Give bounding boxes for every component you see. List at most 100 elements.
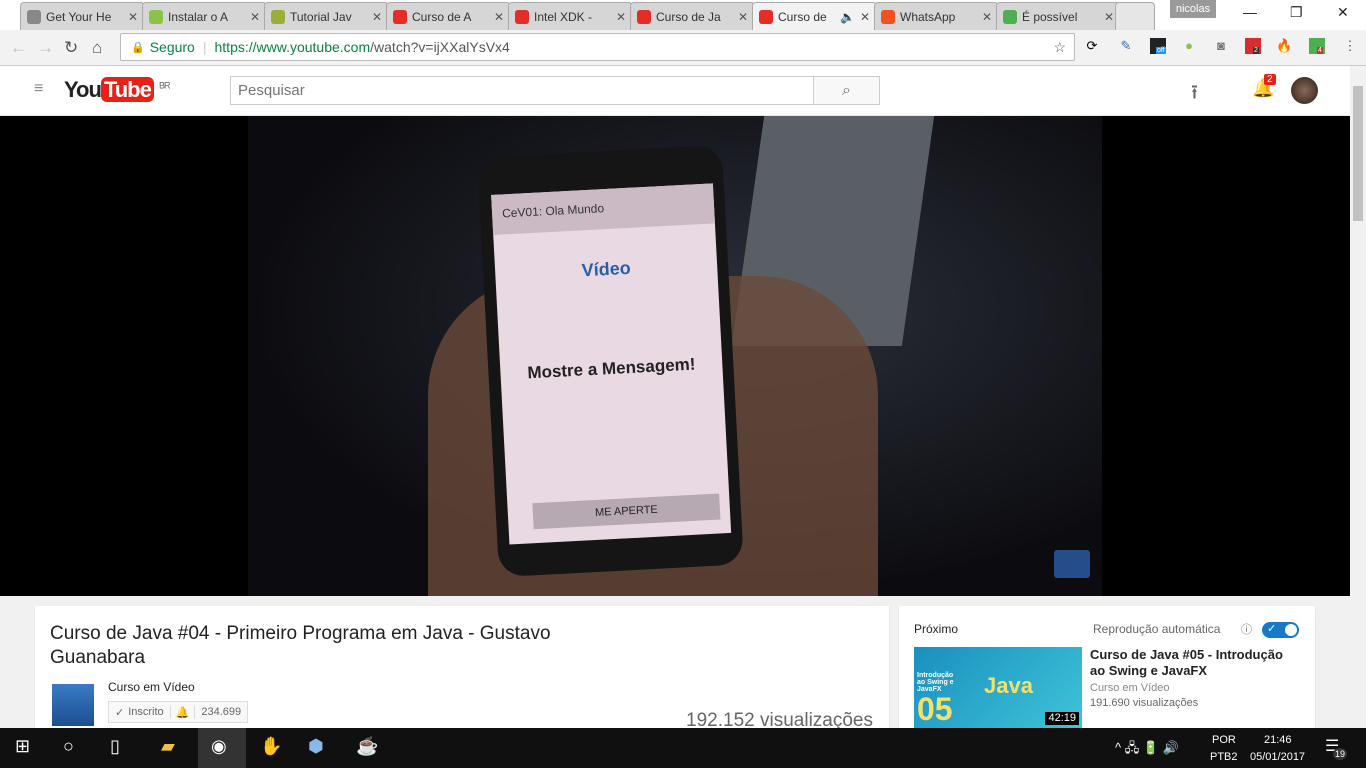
profile-button[interactable]: nicolas bbox=[1170, 0, 1216, 18]
next-video-thumbnail[interactable]: Introdução ao Swing e JavaFX Java 05 42:… bbox=[914, 647, 1082, 728]
browser-tab[interactable]: É possível ✕ bbox=[996, 2, 1121, 30]
video-player[interactable]: CeV01: Ola Mundo Vídeo Mostre a Mensagem… bbox=[0, 116, 1350, 596]
upload-icon[interactable]: ⭱ bbox=[1191, 78, 1198, 112]
video-button-text: ME APERTE bbox=[532, 493, 721, 530]
m-icon bbox=[271, 9, 285, 24]
pdf-extension-icon[interactable]: 2 bbox=[1245, 38, 1261, 54]
forward-button[interactable]: → bbox=[37, 38, 54, 58]
keyboard-layout[interactable]: PTB2 bbox=[1210, 751, 1238, 763]
task-view-icon[interactable]: ▯ bbox=[110, 736, 120, 757]
file-explorer-icon[interactable]: ▰ bbox=[161, 736, 175, 757]
info-icon[interactable]: ⓘ bbox=[1241, 621, 1252, 637]
clock-date[interactable]: 05/01/2017 bbox=[1250, 751, 1305, 763]
video-app-title: CeV01: Ola Mundo bbox=[491, 183, 715, 235]
scrollbar-thumb[interactable] bbox=[1353, 86, 1363, 221]
close-tab-icon[interactable]: ✕ bbox=[738, 10, 748, 24]
next-video-views: 191.690 visualizações bbox=[1090, 697, 1199, 709]
close-tab-icon[interactable]: ✕ bbox=[372, 10, 382, 24]
video-message: Mostre a Mensagem! bbox=[526, 354, 696, 383]
language-indicator[interactable]: POR bbox=[1212, 734, 1236, 746]
video-info: Curso de Java #04 - Primeiro Programa em… bbox=[35, 606, 889, 736]
tab-strip: Get Your He ✕ Instalar o A ✕ Tutorial Jav ✕ Cu… bbox=[0, 0, 1366, 30]
guide-menu-icon[interactable]: ≡ bbox=[34, 80, 43, 98]
close-window-button[interactable]: ✕ bbox=[1337, 4, 1349, 21]
close-tab-icon[interactable]: ✕ bbox=[1104, 10, 1114, 24]
green-extension-icon[interactable]: 4 bbox=[1309, 38, 1325, 54]
close-tab-icon[interactable]: ✕ bbox=[860, 10, 870, 24]
avatar[interactable] bbox=[1291, 77, 1318, 104]
youtube-icon bbox=[759, 9, 773, 24]
page-scrollbar[interactable] bbox=[1350, 66, 1366, 728]
tab-label: É possível bbox=[1022, 9, 1078, 24]
youtube-icon bbox=[393, 9, 407, 24]
whatsapp-icon bbox=[881, 9, 895, 24]
browser-tab[interactable]: Instalar o A ✕ bbox=[142, 2, 267, 30]
youtube-icon bbox=[515, 9, 529, 24]
page-icon bbox=[27, 9, 41, 24]
menu-icon[interactable]: ⋮ bbox=[1342, 38, 1358, 54]
search-input[interactable] bbox=[230, 76, 814, 105]
tab-label: Instalar o A bbox=[168, 9, 229, 24]
search-button[interactable]: ⌕ bbox=[813, 76, 880, 105]
tab-label: Curso de bbox=[778, 9, 827, 24]
back-button[interactable]: ← bbox=[10, 38, 27, 58]
chrome-taskbar-icon[interactable]: ◉ bbox=[198, 728, 246, 768]
android-icon bbox=[149, 9, 163, 24]
video-frame: CeV01: Ola Mundo Vídeo Mostre a Mensagem… bbox=[248, 116, 1102, 596]
channel-name[interactable]: Curso em Vídeo bbox=[108, 680, 195, 694]
channel-avatar[interactable] bbox=[52, 684, 94, 726]
lock-icon: 🔒 bbox=[131, 41, 145, 54]
browser-tab[interactable]: WhatsApp ✕ bbox=[874, 2, 999, 30]
notification-badge: 19 bbox=[1333, 748, 1348, 760]
close-tab-icon[interactable]: ✕ bbox=[250, 10, 260, 24]
close-tab-icon[interactable]: ✕ bbox=[128, 10, 138, 24]
sync-extension-icon[interactable]: ⟳ bbox=[1084, 38, 1100, 54]
tab-label: Get Your He bbox=[46, 9, 112, 24]
app-hand-icon[interactable]: ✋ bbox=[260, 736, 282, 757]
close-tab-icon[interactable]: ✕ bbox=[616, 10, 626, 24]
browser-tab[interactable]: Curso de 🔈 ✕ bbox=[752, 2, 877, 30]
close-tab-icon[interactable]: ✕ bbox=[982, 10, 992, 24]
tab-label: Tutorial Jav bbox=[290, 9, 352, 24]
start-button[interactable]: ⊞ bbox=[15, 736, 30, 757]
up-next-panel: Próximo Reprodução automática ⓘ ✓ Introd… bbox=[899, 606, 1315, 736]
browser-tab[interactable]: Intel XDK - ✕ bbox=[508, 2, 633, 30]
camera-extension-icon[interactable]: ◙ bbox=[1213, 38, 1229, 54]
subscribe-button[interactable]: ✓ Inscrito 🔔 234.699 bbox=[108, 701, 249, 723]
duration-badge: 42:19 bbox=[1045, 712, 1079, 725]
reload-button[interactable]: ↻ bbox=[64, 38, 78, 58]
browser-tab[interactable]: Get Your He ✕ bbox=[20, 2, 145, 30]
restore-button[interactable]: ❐ bbox=[1290, 4, 1303, 21]
video-logo: Vídeo bbox=[581, 257, 632, 281]
autoplay-toggle[interactable]: ✓ bbox=[1262, 622, 1299, 638]
search-icon: ⌕ bbox=[842, 82, 851, 99]
eyedropper-extension-icon[interactable]: ✎ bbox=[1118, 38, 1134, 54]
bookmark-star-icon[interactable]: ☆ bbox=[1053, 39, 1066, 56]
next-video-title[interactable]: Curso de Java #05 - Introdução ao Swing … bbox=[1090, 647, 1290, 679]
youtube-logo[interactable]: You Tube BR bbox=[64, 77, 170, 103]
android-extension-icon[interactable]: ● bbox=[1181, 38, 1197, 54]
cortana-icon[interactable]: ○ bbox=[63, 736, 74, 757]
youtube-icon bbox=[637, 9, 651, 24]
minimize-button[interactable]: — bbox=[1243, 4, 1257, 20]
new-tab-button[interactable] bbox=[1115, 2, 1155, 30]
bell-icon[interactable]: 🔔 bbox=[171, 705, 196, 719]
home-button[interactable]: ⌂ bbox=[92, 38, 102, 58]
tab-label: Curso de Ja bbox=[656, 9, 721, 24]
browser-tab[interactable]: Tutorial Jav ✕ bbox=[264, 2, 389, 30]
browser-tab[interactable]: Curso de Ja ✕ bbox=[630, 2, 755, 30]
browser-tab[interactable]: Curso de A ✕ bbox=[386, 2, 511, 30]
address-bar[interactable]: 🔒 Seguro | https://www.youtube.com /watc… bbox=[120, 33, 1075, 61]
mail-extension-icon[interactable]: off bbox=[1150, 38, 1166, 54]
youtube-header: ≡ YouTube BR ⌕ ⭱ 🔔 2 bbox=[0, 66, 1350, 116]
audio-icon[interactable]: 🔈 bbox=[840, 10, 855, 24]
tab-label: Intel XDK - bbox=[534, 9, 593, 24]
next-video-channel: Curso em Vídeo bbox=[1090, 682, 1170, 694]
java-app-icon[interactable]: ☕ bbox=[356, 736, 378, 757]
tab-label: WhatsApp bbox=[900, 9, 956, 24]
tray-icons[interactable]: ^ 🖧 🔋 🔊 bbox=[1115, 739, 1179, 761]
close-tab-icon[interactable]: ✕ bbox=[494, 10, 504, 24]
app-cube-icon[interactable]: ⬢ bbox=[308, 736, 324, 757]
flame-extension-icon[interactable]: 🔥 bbox=[1276, 38, 1292, 54]
clock-time[interactable]: 21:46 bbox=[1264, 734, 1292, 746]
